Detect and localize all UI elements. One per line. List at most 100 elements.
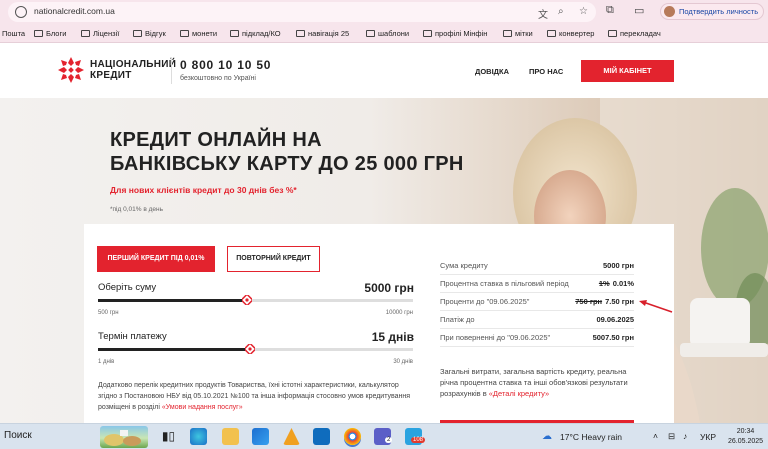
summary-value-text: 0.01% <box>612 279 634 288</box>
zoom-icon[interactable]: ⌕ <box>558 6 564 17</box>
folder-icon <box>230 30 239 37</box>
credit-details-link[interactable]: «Деталі кредиту» <box>489 389 549 398</box>
hero-title: КРЕДИТ ОНЛАЙН НА БАНКІВСЬКУ КАРТУ ДО 25 … <box>110 128 464 176</box>
teams-badge: 2 <box>385 437 393 443</box>
amount-max-label: 10000 грн <box>385 310 413 316</box>
taskbar-search-label: Поиск <box>4 430 32 441</box>
amount-slider-thumb[interactable] <box>242 295 253 305</box>
logo-line-2: КРЕДИТ <box>90 70 132 81</box>
summary-key: Сума кредиту <box>440 261 488 270</box>
logo-mark-icon[interactable] <box>58 57 84 83</box>
bookmark-folder[interactable]: мітки <box>503 29 533 38</box>
bookmark-folder[interactable]: підклад/КО <box>230 29 281 38</box>
news-widget-icon[interactable] <box>100 426 148 448</box>
folder-icon <box>180 30 189 37</box>
extensions-icon[interactable]: ⧉ <box>606 4 614 17</box>
folder-icon <box>547 30 556 37</box>
folder-icon <box>81 30 90 37</box>
term-slider-thumb[interactable] <box>245 344 256 354</box>
network-icon[interactable]: ⊟ <box>668 431 675 442</box>
url-text[interactable]: nationalcredit.com.ua <box>34 6 115 16</box>
term-label: Термін платежу <box>98 331 167 342</box>
summary-value: 5000 грн <box>603 261 634 270</box>
summary-key: Платіж до <box>440 315 475 324</box>
folder-icon <box>608 30 617 37</box>
hotline-phone[interactable]: 0 800 10 10 50 <box>180 58 271 72</box>
tab-first-credit[interactable]: ПЕРШИЙ КРЕДИТ ПІД 0,01% <box>97 246 215 272</box>
extra-info-text: Додатково перелік кредитних продуктів То… <box>98 380 413 413</box>
profile-button[interactable]: Подтвердить личность <box>660 3 764 20</box>
bookmark-folder[interactable]: Відгук <box>133 29 166 38</box>
weather-icon[interactable]: ☁ <box>542 431 552 442</box>
summary-key: Процентна ставка в пільговий період <box>440 279 569 288</box>
amount-slider-fill <box>98 299 248 302</box>
site-info-icon[interactable] <box>15 6 27 18</box>
logo-text[interactable]: НАЦІОНАЛЬНИЙ КРЕДИТ <box>90 59 176 81</box>
hero-banner: КРЕДИТ ОНЛАЙН НА БАНКІВСЬКУ КАРТУ ДО 25 … <box>0 98 768 423</box>
hero-footnote: *під 0,01% в день <box>110 206 163 213</box>
bookmark-star-icon[interactable]: ☆ <box>579 6 588 17</box>
taskbar-search[interactable]: Поиск <box>0 428 98 446</box>
summary-value: 09.06.2025 <box>596 315 634 324</box>
term-min-label: 1 днів <box>98 359 115 365</box>
task-view-icon[interactable]: ▮▯ <box>160 428 177 445</box>
bookmark-folder[interactable]: монети <box>180 29 217 38</box>
tab-repeat-credit[interactable]: ПОВТОРНИЙ КРЕДИТ <box>227 246 320 272</box>
bookmark-folder[interactable]: профілі Мінфін <box>423 29 487 38</box>
downloads-icon[interactable]: ▭ <box>634 4 644 17</box>
folder-icon <box>34 30 43 37</box>
bookmarks-bar: Пошта Блоги Ліцензії Відгук монети підкл… <box>0 24 768 43</box>
nav-about-link[interactable]: ПРО НАС <box>529 67 563 76</box>
vlc-icon[interactable] <box>283 428 300 445</box>
summary-row: Платіж до 09.06.2025 <box>440 311 634 329</box>
folder-icon <box>133 30 142 37</box>
bookmark-folder[interactable]: навігація 25 <box>296 29 349 38</box>
avatar <box>664 6 675 17</box>
hero-subtitle: Для нових клієнтів кредит до 30 днів без… <box>110 185 297 195</box>
store-icon[interactable] <box>252 428 269 445</box>
bookmark-folder[interactable]: шаблони <box>366 29 409 38</box>
summary-value-text: 09.06.2025 <box>596 315 634 324</box>
bookmark-folder[interactable]: перекладач <box>608 29 661 38</box>
translate-icon[interactable]: 文 <box>538 6 548 21</box>
language-indicator[interactable]: УКР <box>700 432 716 442</box>
folder-icon <box>503 30 512 37</box>
bookmark-folder[interactable]: Блоги <box>34 29 66 38</box>
hotline-note: безкоштовно по Україні <box>180 75 256 82</box>
summary-value-text: 5000 грн <box>602 261 634 270</box>
summary-row: Проценти до "09.06.2025" 750 грн 7.50 грн <box>440 293 634 311</box>
service-terms-link[interactable]: «Умови надання послуг» <box>162 404 243 411</box>
weather-text[interactable]: 17°C Heavy rain <box>560 432 622 442</box>
summary-key: Проценти до "09.06.2025" <box>440 297 530 306</box>
file-explorer-icon[interactable] <box>222 428 239 445</box>
tray-chevron-icon[interactable]: ˄ <box>653 431 658 441</box>
summary-old-value: 750 грн <box>575 297 603 306</box>
outlook-icon[interactable] <box>313 428 330 445</box>
taskbar-clock[interactable]: 20:34 26.05.2025 <box>728 427 763 447</box>
logo-line-1: НАЦІОНАЛЬНИЙ <box>90 59 177 70</box>
my-cabinet-button[interactable]: МІЙ КАБІНЕТ <box>581 60 674 82</box>
bookmark-folder[interactable]: Ліцензії <box>81 29 119 38</box>
summary-row: Процентна ставка в пільговий період 1% 0.… <box>440 275 634 293</box>
amount-label: Оберіть суму <box>98 282 157 293</box>
folder-icon <box>296 30 305 37</box>
bookmark-folder[interactable]: конвертер <box>547 29 594 38</box>
summary-value-text: 5007.50 грн <box>592 333 634 342</box>
annotation-arrow-icon <box>639 300 673 313</box>
summary-value: 5007.50 грн <box>593 333 634 342</box>
nav-help-link[interactable]: ДОВІДКА <box>475 67 509 76</box>
term-value: 15 днів <box>371 330 414 344</box>
volume-icon[interactable]: ♪ <box>683 431 687 441</box>
hero-title-line-2: БАНКІВСЬКУ КАРТУ ДО 25 000 ГРН <box>110 153 464 175</box>
clock-time: 20:34 <box>736 428 755 435</box>
bookmark-item[interactable]: Пошта <box>2 29 25 38</box>
amount-value: 5000 грн <box>364 281 414 295</box>
summary-value: 750 грн 7.50 грн <box>575 297 634 306</box>
edge-icon[interactable] <box>190 428 207 445</box>
hero-title-line-1: КРЕДИТ ОНЛАЙН НА <box>110 129 322 151</box>
chrome-icon[interactable] <box>344 428 361 445</box>
address-bar[interactable]: nationalcredit.com.ua 文 ⌕ ☆ <box>8 2 596 22</box>
header-divider <box>171 58 172 84</box>
summary-key: При поверненні до "09.06.2025" <box>440 333 551 342</box>
folder-icon <box>423 30 432 37</box>
